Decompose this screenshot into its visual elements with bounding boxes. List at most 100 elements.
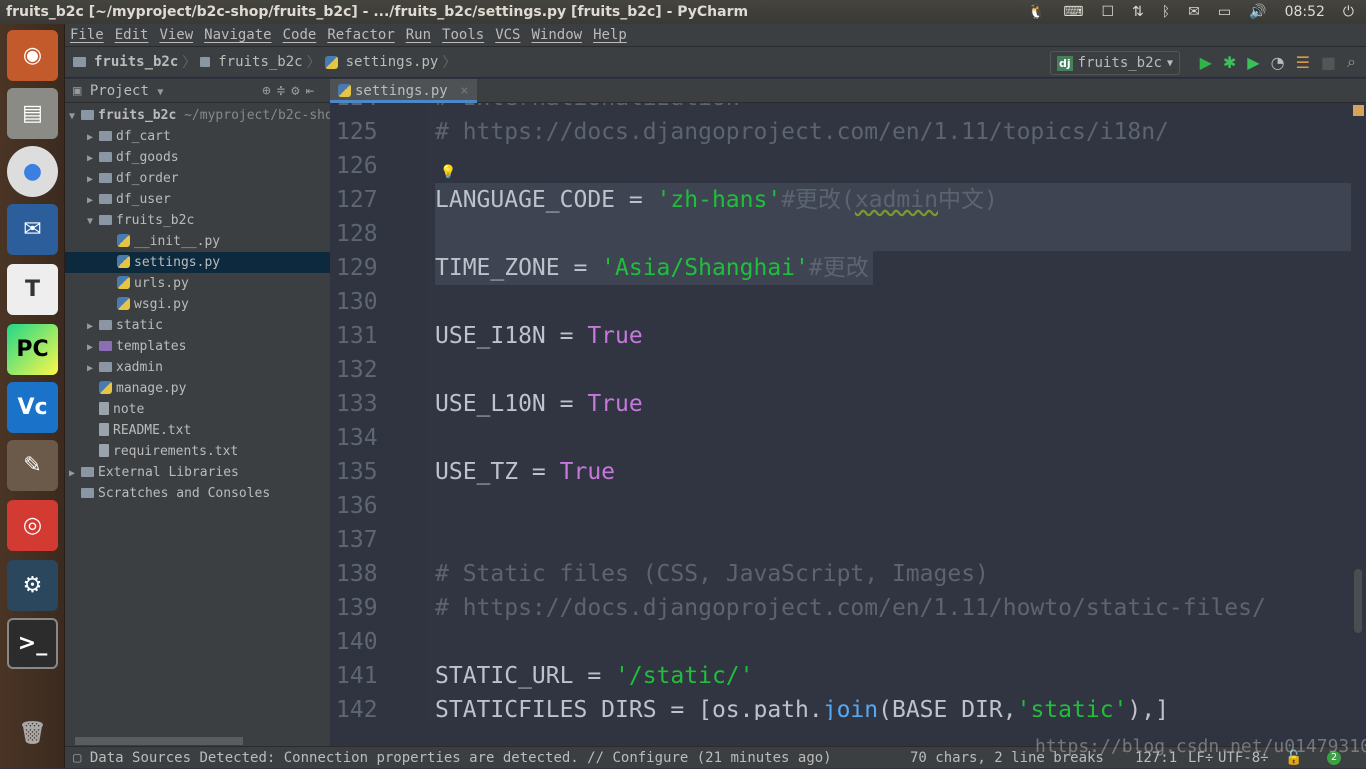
run-configuration-select[interactable]: dj fruits_b2c ▼ bbox=[1050, 51, 1180, 75]
thunderbird-icon[interactable]: ✉ bbox=[7, 204, 58, 255]
tree-item[interactable]: ▶ xadmin bbox=[65, 357, 330, 378]
profile-icon[interactable]: ◔ bbox=[1271, 53, 1285, 72]
tab-settings-py[interactable]: settings.py × bbox=[330, 79, 477, 103]
qq-icon[interactable]: 🐧 bbox=[1028, 4, 1045, 20]
clock[interactable]: 08:52 bbox=[1285, 4, 1325, 20]
close-icon[interactable]: × bbox=[460, 83, 468, 99]
tree-item[interactable]: manage.py bbox=[65, 378, 330, 399]
menu-navigate[interactable]: Navigate bbox=[204, 24, 271, 46]
battery-icon[interactable]: ▭ bbox=[1218, 4, 1231, 20]
netease-music-icon[interactable]: ◎ bbox=[7, 500, 58, 551]
scrollbar-thumb[interactable] bbox=[1354, 569, 1362, 633]
code-line[interactable]: USE_I18N = True bbox=[435, 319, 643, 353]
breadcrumb-file[interactable]: settings.py bbox=[346, 54, 439, 70]
breadcrumb-folder[interactable]: fruits_b2c bbox=[218, 54, 302, 70]
expand-arrow-icon[interactable]: ▼ bbox=[87, 211, 99, 232]
code-editor[interactable]: # Internationalization # https://docs.dja… bbox=[426, 103, 1351, 720]
debug-icon[interactable]: ✱ bbox=[1223, 53, 1236, 72]
pycharm-icon[interactable]: PC bbox=[7, 324, 58, 375]
terminal-icon[interactable]: >_ bbox=[7, 618, 58, 669]
menu-refactor[interactable]: Refactor bbox=[327, 24, 394, 46]
search-icon[interactable]: ⌕ bbox=[1347, 52, 1356, 72]
network-icon[interactable]: ⇅ bbox=[1132, 4, 1144, 20]
code-line[interactable]: # Static files (CSS, JavaScript, Images) bbox=[435, 557, 989, 591]
status-message[interactable]: Data Sources Detected: Connection proper… bbox=[90, 750, 832, 766]
menu-tools[interactable]: Tools bbox=[442, 24, 484, 46]
trash-icon[interactable]: 🗑 bbox=[7, 708, 58, 759]
code-line[interactable]: TIME_ZONE = 'Asia/Shanghai'#更改 bbox=[435, 251, 869, 285]
tree-item[interactable]: requirements.txt bbox=[65, 441, 330, 462]
code-line[interactable]: # https://docs.djangoproject.com/en/1.11… bbox=[435, 591, 1266, 625]
files-icon[interactable]: ▤ bbox=[7, 88, 58, 139]
inspection-status-icon[interactable] bbox=[1353, 105, 1364, 116]
menu-view[interactable]: View bbox=[159, 24, 193, 46]
tree-item[interactable]: wsgi.py bbox=[65, 294, 330, 315]
menu-run[interactable]: Run bbox=[406, 24, 431, 46]
concurrency-icon[interactable]: ☰ bbox=[1296, 53, 1310, 72]
tree-item[interactable]: __init__.py bbox=[65, 231, 330, 252]
code-line[interactable]: STATICFILES_DIRS = [os.path.join(BASE_DI… bbox=[435, 693, 1169, 720]
tree-item[interactable]: ▶ df_user bbox=[65, 189, 330, 210]
project-horizontal-scrollbar[interactable] bbox=[75, 737, 243, 745]
menu-file[interactable]: File bbox=[70, 24, 104, 46]
code-line[interactable]: STATIC_URL = '/static/' bbox=[435, 659, 754, 693]
code-line[interactable]: # Internationalization bbox=[435, 103, 740, 115]
run-icon[interactable]: ▶ bbox=[1200, 53, 1212, 72]
run-coverage-icon[interactable]: ▶ bbox=[1247, 53, 1259, 72]
tree-item[interactable]: Scratches and Consoles bbox=[65, 483, 330, 504]
code-line[interactable]: # https://docs.djangoproject.com/en/1.11… bbox=[435, 115, 1169, 149]
menu-window[interactable]: Window bbox=[532, 24, 583, 46]
expand-arrow-icon[interactable]: ▶ bbox=[87, 127, 99, 148]
keyboard-icon[interactable]: ⌨ bbox=[1063, 4, 1083, 20]
locate-icon[interactable]: ⊕ bbox=[262, 83, 276, 99]
editor-scrollbar[interactable] bbox=[1351, 103, 1366, 720]
tree-item[interactable]: ▶ static bbox=[65, 315, 330, 336]
tree-item[interactable]: ▶ df_goods bbox=[65, 147, 330, 168]
bluetooth-icon[interactable]: ᛒ bbox=[1162, 4, 1170, 20]
tree-item[interactable]: urls.py bbox=[65, 273, 330, 294]
tree-item[interactable]: ▶ df_order bbox=[65, 168, 330, 189]
steam-icon[interactable]: ⚙ bbox=[7, 560, 58, 611]
volume-icon[interactable]: 🔊 bbox=[1249, 4, 1266, 20]
tree-item[interactable]: README.txt bbox=[65, 420, 330, 441]
code-line[interactable]: LANGUAGE_CODE = 'zh-hans'#更改(xadmin中文) bbox=[435, 183, 998, 217]
menu-vcs[interactable]: VCS bbox=[495, 24, 520, 46]
tree-root[interactable]: ▼ fruits_b2c ~/myproject/b2c-shop bbox=[65, 105, 341, 127]
menu-help[interactable]: Help bbox=[593, 24, 627, 46]
hide-icon[interactable]: ⇤ bbox=[306, 83, 320, 99]
expand-arrow-icon[interactable]: ▶ bbox=[87, 148, 99, 169]
stop-icon[interactable]: ■ bbox=[1321, 53, 1336, 72]
expand-arrow-icon[interactable]: ▼ bbox=[69, 106, 81, 127]
power-icon[interactable]: ⏻ bbox=[1343, 4, 1354, 20]
mail-icon[interactable]: ✉ bbox=[1188, 4, 1200, 20]
tree-item[interactable]: settings.py bbox=[65, 252, 330, 273]
gear-icon[interactable]: ⚙ bbox=[291, 83, 305, 99]
gimp-icon[interactable]: ✎ bbox=[7, 440, 58, 491]
tree-item[interactable]: ▶ templates bbox=[65, 336, 330, 357]
expand-arrow-icon[interactable]: ▶ bbox=[69, 463, 81, 484]
expand-arrow-icon[interactable]: ▶ bbox=[87, 169, 99, 190]
lightbulb-icon[interactable]: 💡 bbox=[440, 165, 456, 180]
code-line[interactable]: USE_TZ = True bbox=[435, 455, 615, 489]
tool-windows-icon[interactable]: ▢ bbox=[73, 750, 81, 766]
tree-item[interactable]: ▶ External Libraries bbox=[65, 462, 330, 483]
tree-item[interactable]: note bbox=[65, 399, 330, 420]
window-icon[interactable]: ☐ bbox=[1101, 4, 1114, 20]
code-line[interactable]: USE_L10N = True bbox=[435, 387, 643, 421]
menu-edit[interactable]: Edit bbox=[115, 24, 149, 46]
expand-arrow-icon[interactable]: ▶ bbox=[87, 358, 99, 379]
expand-arrow-icon[interactable]: ▶ bbox=[87, 337, 99, 358]
menu-code[interactable]: Code bbox=[283, 24, 317, 46]
vnc-icon[interactable]: Vc bbox=[7, 382, 58, 433]
tree-item[interactable]: ▶ df_cart bbox=[65, 126, 330, 147]
chrome-icon[interactable]: ● bbox=[7, 146, 58, 197]
chevron-down-icon[interactable]: ▼ bbox=[157, 87, 163, 98]
expand-arrow-icon[interactable]: ▶ bbox=[87, 190, 99, 211]
tree-item[interactable]: ▼ fruits_b2c bbox=[65, 210, 330, 231]
breadcrumb-project[interactable]: fruits_b2c bbox=[94, 54, 178, 70]
project-view-select[interactable]: Project bbox=[90, 83, 149, 99]
ubuntu-dash-icon[interactable]: ◉ bbox=[7, 30, 58, 81]
expand-arrow-icon[interactable]: ▶ bbox=[87, 316, 99, 337]
collapse-icon[interactable]: ≑ bbox=[277, 83, 291, 99]
text-editor-icon[interactable]: T bbox=[7, 264, 58, 315]
